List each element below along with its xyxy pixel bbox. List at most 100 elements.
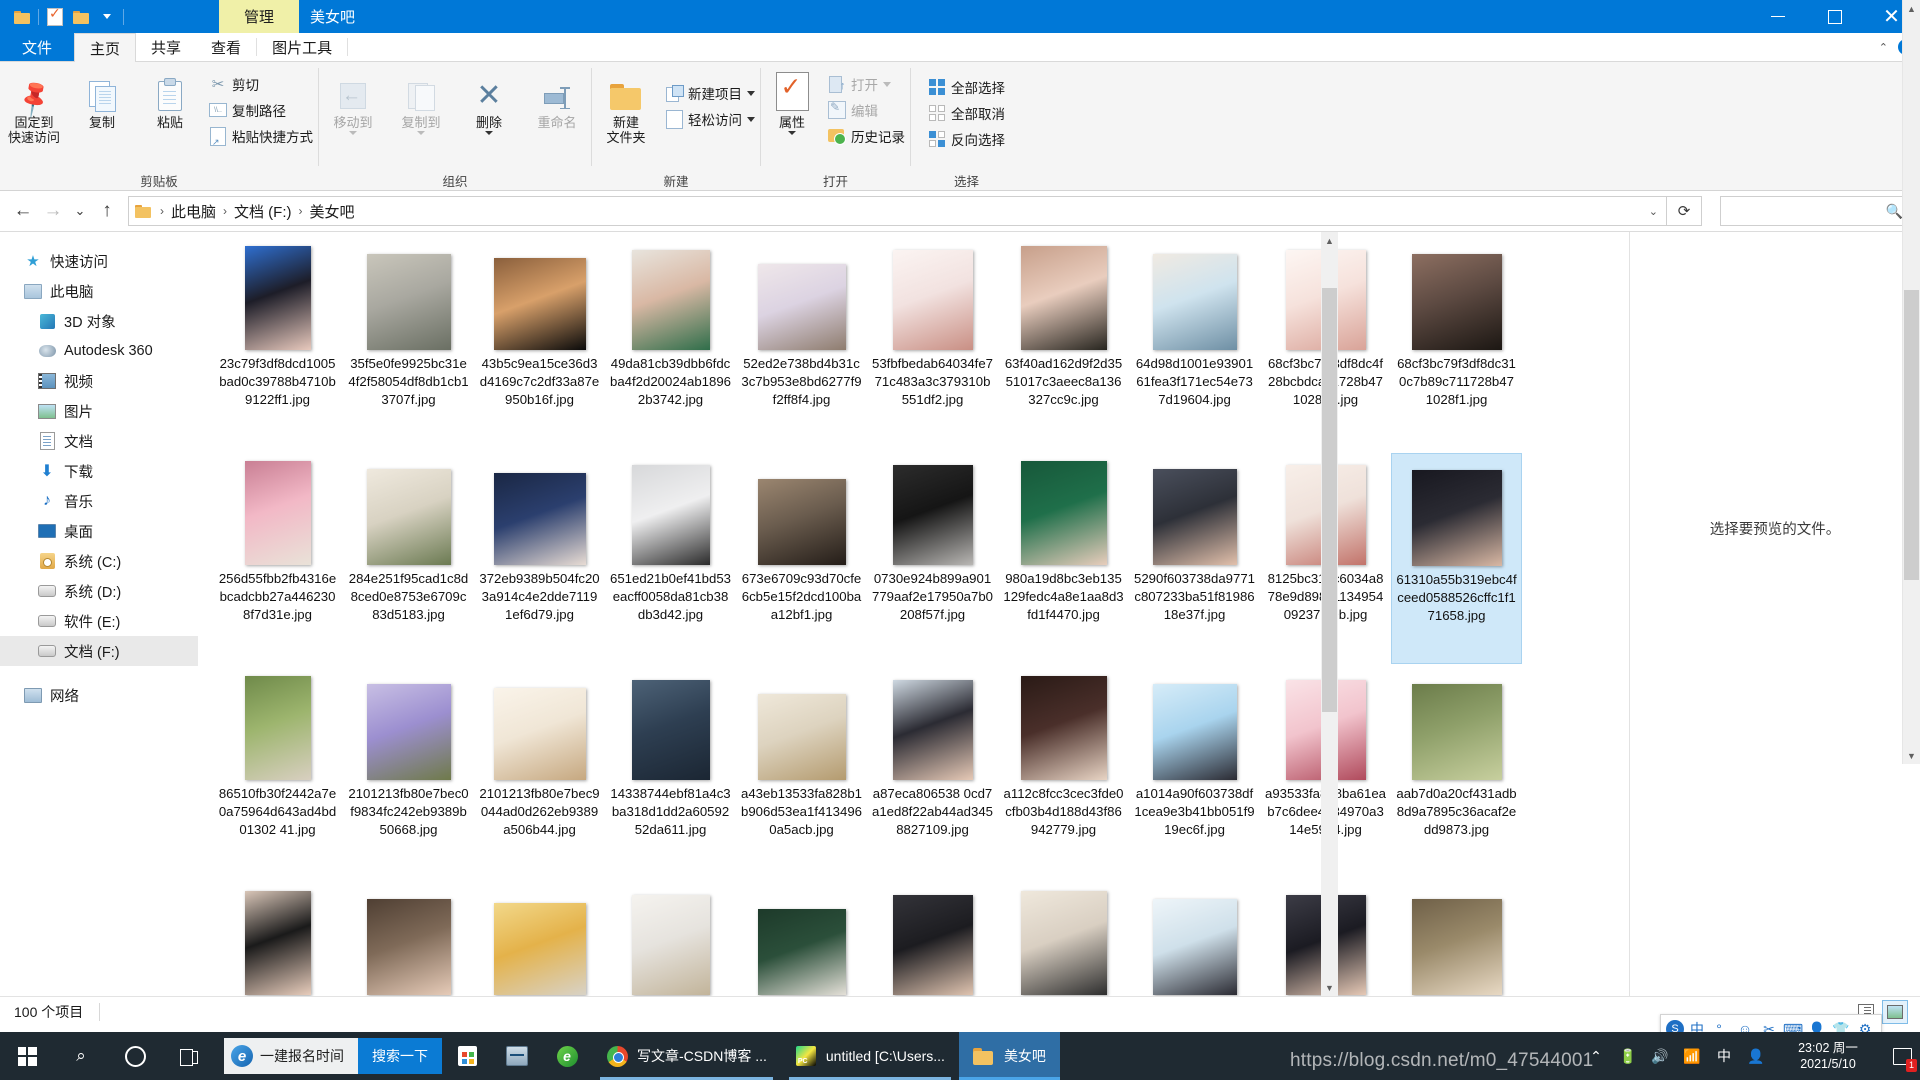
invert-selection-button[interactable]: 反向选择 [923, 127, 1010, 151]
select-none-button[interactable]: 全部取消 [923, 101, 1010, 125]
file-tile[interactable]: a87eca806538 0cd7a1ed8f22ab44ad345882710… [867, 668, 998, 883]
tab-home[interactable]: 主页 [74, 33, 137, 62]
file-tile[interactable]: aab7d0a20cf431adb8d9a7895c36acaf2edd9873… [1391, 668, 1522, 883]
sidebar-item-documents-f[interactable]: 文档 (F:) [0, 636, 198, 666]
sidebar-item-network[interactable]: 网络 [0, 680, 198, 710]
battery-icon[interactable]: 🔋 [1612, 1032, 1644, 1080]
sidebar-item-downloads[interactable]: ⬇ 下载 [0, 456, 198, 486]
sidebar-item-documents[interactable]: 文档 [0, 426, 198, 456]
file-tile[interactable]: 0730e924b899a901779aaf2e17950a7b0208f57f… [867, 453, 998, 668]
new-folder-button[interactable]: 新建 文件夹 [592, 69, 660, 145]
open-button[interactable]: 打开 [823, 72, 910, 96]
sidebar-item-desktop[interactable]: 桌面 [0, 516, 198, 546]
file-tile[interactable]: bcc27d1ed21b0ef4d1647115cac451da80cb3ee9… [1391, 883, 1522, 996]
file-tile[interactable]: 35f5e0fe9925bc31e4f2f58054df8db1cb13707f… [343, 238, 474, 453]
file-tile[interactable]: 86510fb30f2442a7e0a75964d643ad4bd01302 4… [212, 668, 343, 883]
sidebar-item-quick-access[interactable]: ★ 快速访问 [0, 246, 198, 276]
file-tile[interactable]: 673e6709c93d70cfe6cb5e15f2dcd100baa12bf1… [736, 453, 867, 668]
cortana-button[interactable] [108, 1032, 162, 1080]
edit-button[interactable]: 编辑 [823, 98, 910, 122]
maximize-button[interactable] [1806, 0, 1863, 33]
file-tile[interactable]: b7c379310a55b319e34b72c554a98226cefc17cb… [605, 883, 736, 996]
task-view-button[interactable] [162, 1032, 216, 1080]
paste-button[interactable]: 粘贴 [136, 69, 204, 130]
file-tile[interactable]: 284e251f95cad1c8d8ced0e8753e6709c83d5183… [343, 453, 474, 668]
sidebar-item-this-pc[interactable]: 此电脑 [0, 276, 198, 306]
breadcrumb-item-folder[interactable]: 美女吧 [310, 201, 355, 222]
breadcrumb-item-drive[interactable]: 文档 (F:) [234, 201, 292, 222]
file-tile[interactable]: 61310a55b319ebc4fceed0588526cffc1f171658… [1391, 453, 1522, 664]
scroll-down-arrow-icon[interactable]: ▼ [1903, 747, 1920, 764]
file-tile[interactable]: af4543a98226cffc3daa25ffae014a90f703eaff… [474, 883, 605, 996]
forward-arrow-icon[interactable]: → [38, 196, 68, 226]
taskbar-item-microsoft-store[interactable] [442, 1032, 492, 1080]
folder-icon[interactable] [68, 5, 94, 29]
file-tile[interactable]: b8ec08fa513d2697fc93522252fbb2fb4316d809… [736, 883, 867, 996]
file-tile[interactable]: 651ed21b0ef41bd53eacff0058da81cb38db3d42… [605, 453, 736, 668]
user-icon[interactable]: 👤 [1740, 1032, 1772, 1080]
file-tile[interactable]: 372eb9389b504fc203a914c4e2dde71191ef6d79… [474, 453, 605, 668]
sidebar-item-autodesk-360[interactable]: Autodesk 360 [0, 336, 198, 366]
file-tile[interactable]: 64d98d1001e9390161fea3f171ec54e737d19604… [1129, 238, 1260, 453]
cut-button[interactable]: ✂ 剪切 [204, 72, 318, 96]
move-to-button[interactable]: ← 移动到 [319, 69, 387, 135]
file-list-scrollbar[interactable]: ▲ ▼ [1321, 232, 1338, 996]
sidebar-item-pictures[interactable]: 图片 [0, 396, 198, 426]
chevron-down-icon[interactable] [94, 5, 120, 29]
thumbnail-view-button[interactable] [1882, 1000, 1908, 1024]
start-button[interactable] [0, 1032, 54, 1080]
search-input[interactable]: 🔍 [1720, 196, 1912, 226]
scroll-up-arrow-icon[interactable]: ▲ [1321, 232, 1338, 249]
history-button[interactable]: 历史记录 [823, 124, 910, 148]
taskbar-item-360-browser[interactable]: e [542, 1032, 592, 1080]
scroll-down-arrow-icon[interactable]: ▼ [1321, 979, 1338, 996]
easy-access-button[interactable]: 轻松访问 [660, 107, 760, 131]
tab-view[interactable]: 查看 [196, 33, 256, 61]
file-tile[interactable]: b364034f78f0f73614e062ce0055b319eac413e6… [1129, 883, 1260, 996]
rename-button[interactable]: 重命名 [523, 69, 591, 130]
file-tile[interactable]: b56eddc451da81cbae1994395b66d01608243142… [998, 883, 1129, 996]
delete-button[interactable]: ✕ 删除 [455, 69, 523, 135]
paste-shortcut-button[interactable]: 粘贴快捷方式 [204, 124, 318, 148]
file-tile[interactable]: ab1bb051f8198618e659c14b40ed2e738ad4e6e7… [212, 883, 343, 996]
file-tile[interactable]: 14338744ebf81a4c3ba318d1dd2a6059252da611… [605, 668, 736, 883]
file-tile[interactable]: a1014a90f603738df1cea9e3b41bb051f919ec6f… [1129, 668, 1260, 883]
sidebar-item-system-c[interactable]: 系统 (C:) [0, 546, 198, 576]
tab-file[interactable]: 文件 [0, 33, 75, 61]
file-tile[interactable]: 980a19d8bc3eb135129fedc4a8e1aa8d3fd1f447… [998, 453, 1129, 668]
sidebar-item-software-e[interactable]: 软件 (E:) [0, 606, 198, 636]
file-tile[interactable]: 68cf3bc79f3df8dc310c7b89c711728b471028f1… [1391, 238, 1522, 453]
file-tile[interactable]: 63f40ad162d9f2d3551017c3aeec8a136327cc9c… [998, 238, 1129, 453]
taskbar-item-pycharm[interactable]: untitled [C:\Users... [781, 1032, 959, 1080]
quick-access-toolbar[interactable] [0, 0, 127, 33]
search-widget[interactable]: e 一建报名时间 搜索一下 [224, 1038, 442, 1074]
taskbar-search-button[interactable]: ⌕ [54, 1032, 108, 1080]
properties-button[interactable]: 属性 [761, 69, 823, 135]
taskbar-item-chrome[interactable]: 写文章-CSDN博客 ... [592, 1032, 781, 1080]
chevron-up-icon[interactable]: ⌃ [1879, 41, 1888, 54]
clock[interactable]: 23:02 周一 2021/5/10 [1772, 1032, 1884, 1080]
chevron-down-icon[interactable]: ⌄ [1649, 205, 1658, 218]
sidebar-item-music[interactable]: ♪ 音乐 [0, 486, 198, 516]
sidebar-item-videos[interactable]: 视频 [0, 366, 198, 396]
wifi-icon[interactable]: 📶 [1676, 1032, 1708, 1080]
select-all-button[interactable]: 全部选择 [923, 75, 1010, 99]
file-list-pane[interactable]: 23c79f3df8dcd1005bad0c39788b4710b9122ff1… [198, 232, 1629, 996]
ime-indicator[interactable]: 中 [1708, 1032, 1740, 1080]
chevron-up-icon[interactable]: ⌃ [1580, 1032, 1612, 1080]
copy-path-button[interactable]: \\.. 复制路径 [204, 98, 318, 122]
taskbar-item-system-monitor[interactable] [492, 1032, 542, 1080]
folder-icon[interactable] [9, 5, 35, 29]
up-arrow-icon[interactable]: ↑ [92, 196, 122, 226]
file-tile[interactable]: 43b5c9ea15ce36d3d4169c7c2df33a87e950b16f… [474, 238, 605, 453]
sidebar-item-3d-objects[interactable]: 3D 对象 [0, 306, 198, 336]
file-tile[interactable]: 53fbfbedab64034fe771c483a3c379310b551df2… [867, 238, 998, 453]
recent-locations-icon[interactable]: ⌄ [68, 196, 92, 226]
copy-to-button[interactable]: 复制到 [387, 69, 455, 135]
scrollbar-thumb[interactable] [1322, 288, 1337, 712]
breadcrumb[interactable]: › 此电脑 › 文档 (F:) › 美女吧 ⌄ [128, 196, 1667, 226]
search-widget-text[interactable]: 一建报名时间 [260, 1046, 358, 1066]
scrollbar-thumb[interactable] [1904, 290, 1919, 580]
sidebar-item-system-d[interactable]: 系统 (D:) [0, 576, 198, 606]
file-tile[interactable]: 2101213fb80e7bec9044ad0d262eb9389a506b44… [474, 668, 605, 883]
